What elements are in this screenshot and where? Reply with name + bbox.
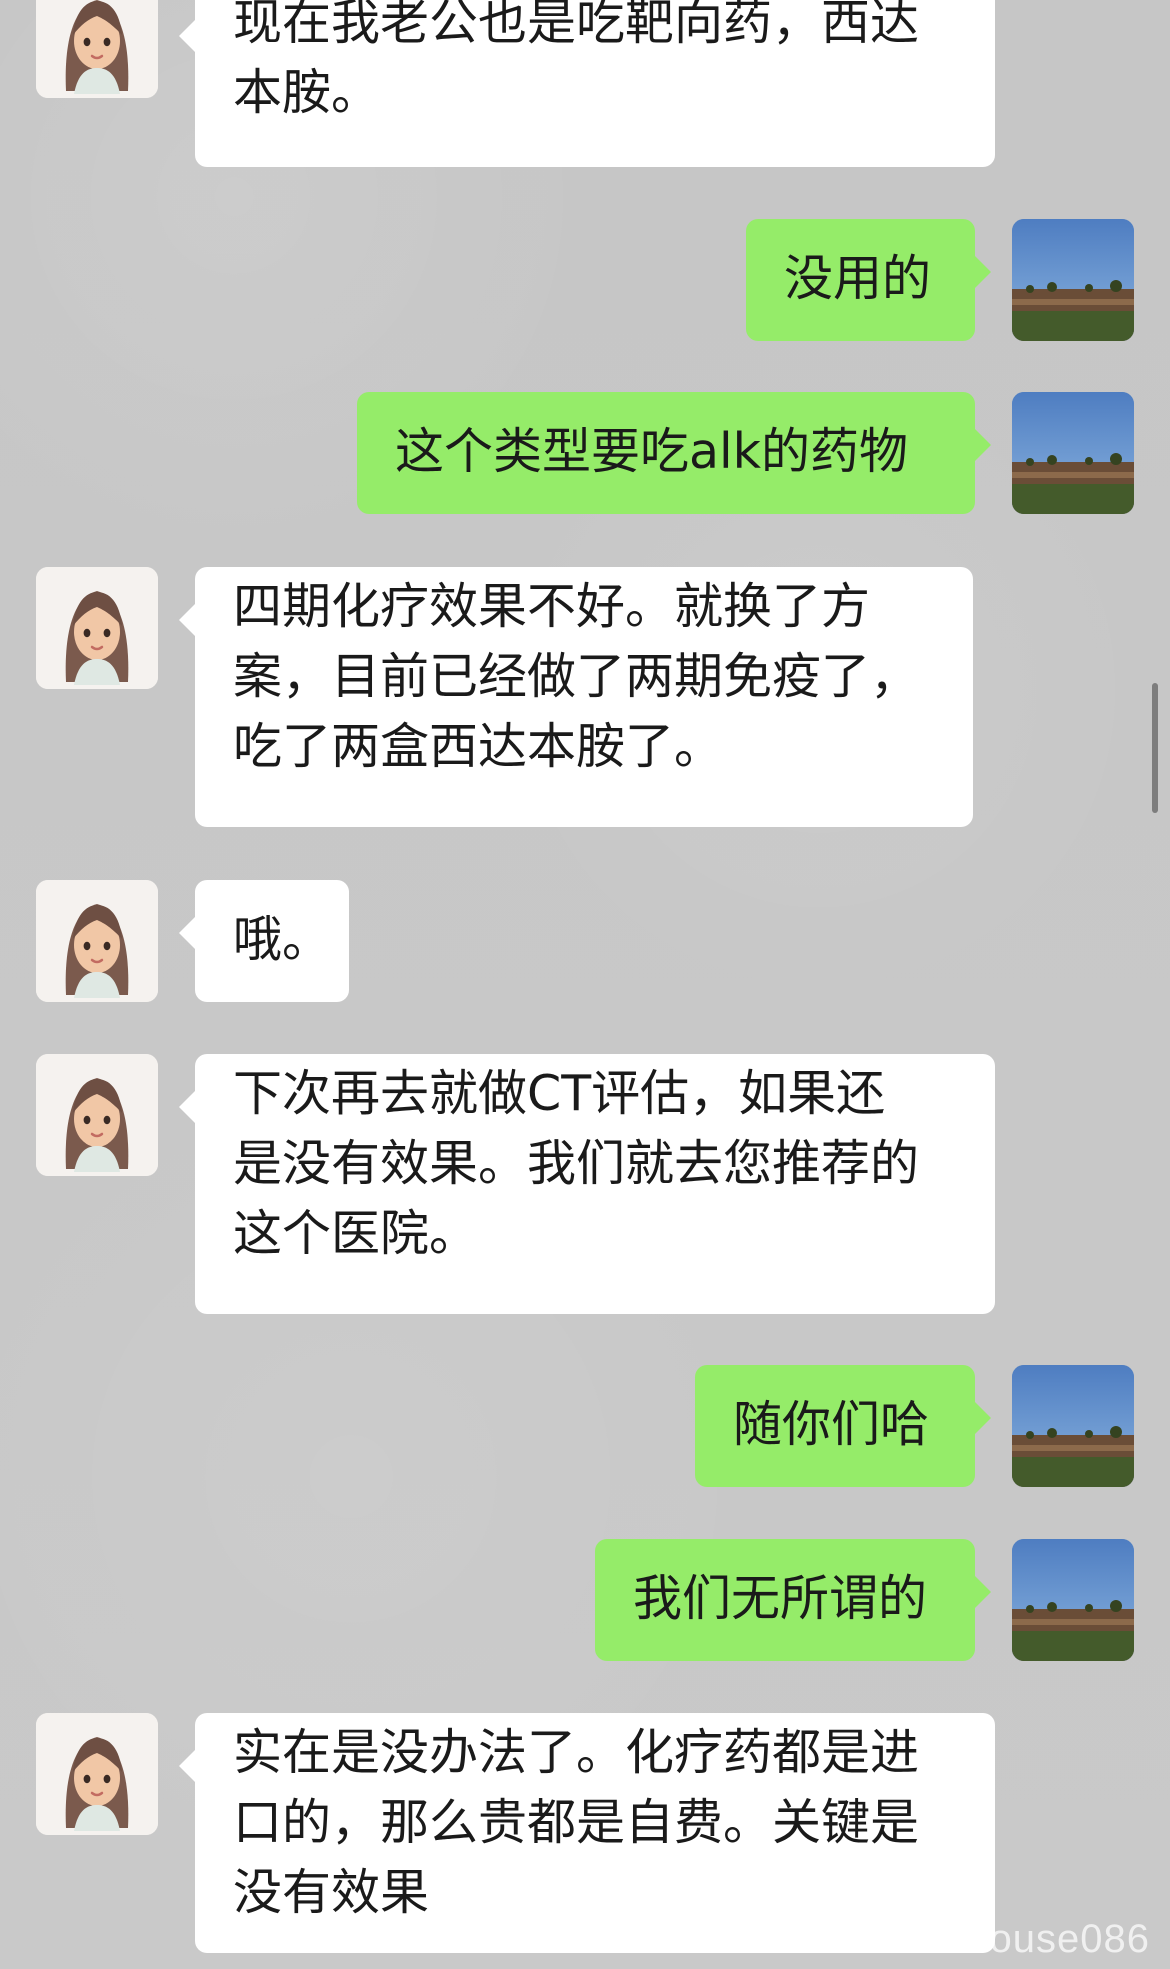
message-bubble-9[interactable]: 实在是没办法了。化疗药都是进 口的，那么贵都是自费。关键是 没有效果 xyxy=(179,1713,995,1953)
message-bubble-8[interactable]: 我们无所谓的 xyxy=(595,1539,991,1661)
message-bubble-2[interactable]: 没用的 xyxy=(746,219,991,341)
message-bubble-4[interactable]: 四期化疗效果不好。就换了方 案，目前已经做了两期免疫了， 吃了两盒西达本胺了。 xyxy=(179,567,973,827)
landscape-avatar-icon[interactable] xyxy=(1012,219,1134,341)
girl-avatar-icon[interactable] xyxy=(36,1713,158,1835)
landscape-avatar-icon[interactable] xyxy=(1012,392,1134,514)
message-bubble-3[interactable]: 这个类型要吃alk的药物 xyxy=(357,392,991,514)
girl-avatar-icon[interactable] xyxy=(36,567,158,689)
landscape-avatar-icon[interactable] xyxy=(1012,1365,1134,1487)
girl-avatar-icon[interactable] xyxy=(36,880,158,1002)
girl-avatar-icon[interactable] xyxy=(36,0,158,98)
vertical-scrollbar[interactable] xyxy=(1152,683,1158,813)
girl-avatar-icon[interactable] xyxy=(36,1054,158,1176)
watermark-text: ouse086 xyxy=(989,1917,1150,1961)
message-bubble-6[interactable]: 下次再去就做CT评估，如果还 是没有效果。我们就去您推荐的 这个医院。 xyxy=(179,1054,995,1314)
message-bubble-7[interactable]: 随你们哈 xyxy=(695,1365,991,1487)
chat-area: 现在我老公也是吃靶向药，西达 本胺。 没用的 这个类型要吃alk的药物 四期化疗… xyxy=(0,0,1170,1969)
message-bubble-5[interactable]: 哦。 xyxy=(179,880,349,1002)
message-bubble-1[interactable]: 现在我老公也是吃靶向药，西达 本胺。 xyxy=(179,0,995,167)
landscape-avatar-icon[interactable] xyxy=(1012,1539,1134,1661)
